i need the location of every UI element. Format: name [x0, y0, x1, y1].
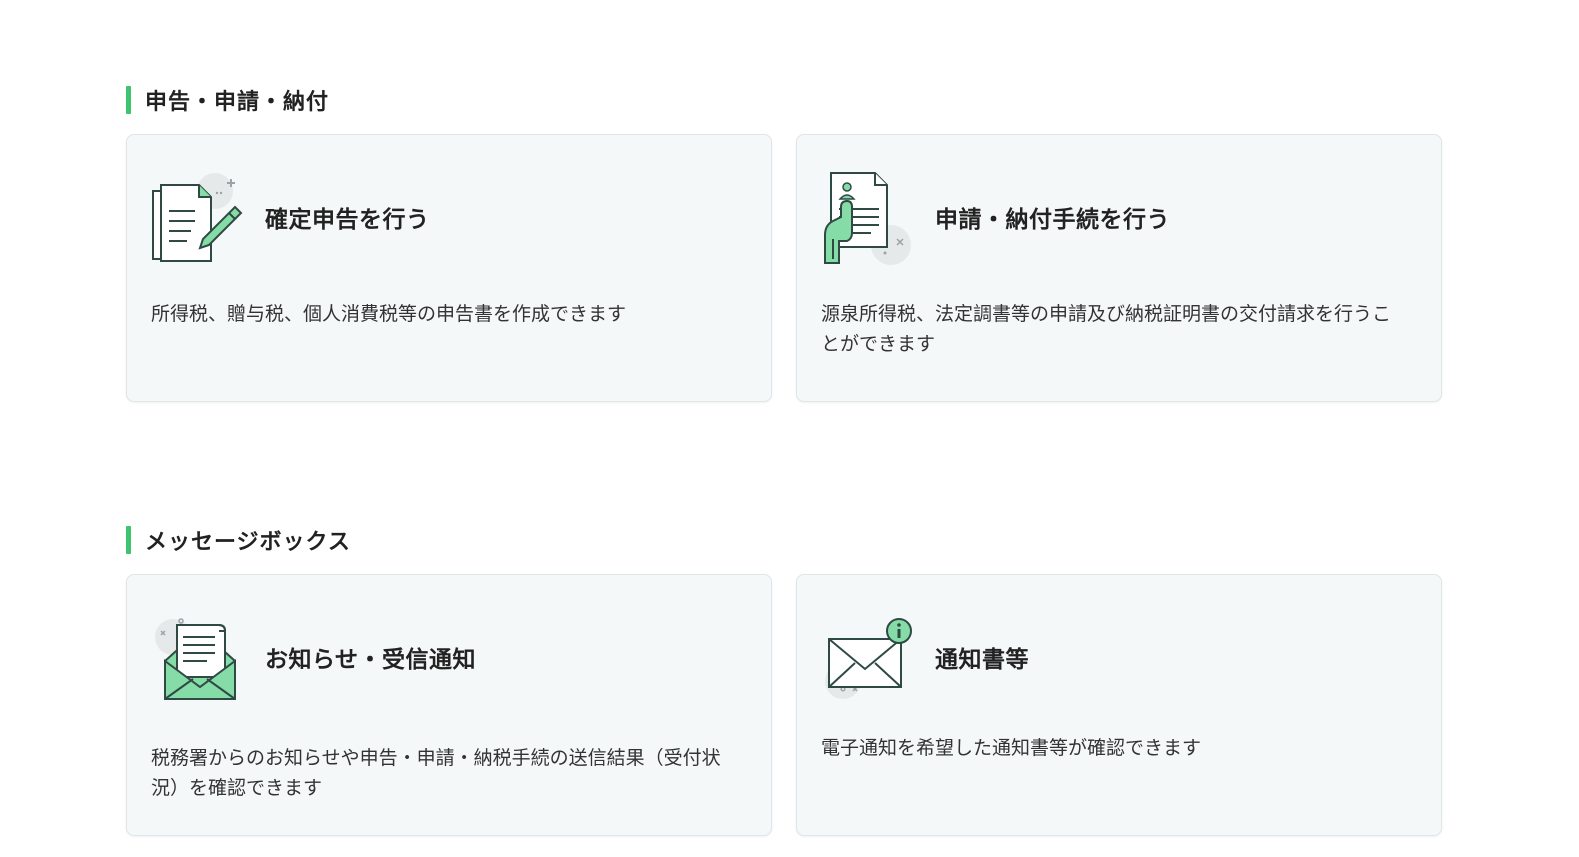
- heading-accent-bar: [126, 86, 131, 114]
- card-header: 確定申告を行う: [151, 169, 747, 265]
- card-notices[interactable]: お知らせ・受信通知 税務署からのお知らせや申告・申請・納税手続の送信結果（受付状…: [126, 574, 772, 836]
- card-title: 確定申告を行う: [265, 207, 430, 233]
- section-message-box: メッセージボックス お知らせ・受信通知 税務署からのお知らせや申告・申請・納税手…: [126, 524, 1442, 836]
- section-heading: 申告・申請・納付: [126, 84, 1442, 116]
- hand-document-icon: [824, 172, 911, 265]
- card-tax-return[interactable]: 確定申告を行う 所得税、贈与税、個人消費税等の申告書を作成できます: [126, 134, 772, 402]
- card-header: 通知書等: [821, 609, 1417, 705]
- card-description: 所得税、贈与税、個人消費税等の申告書を作成できます: [151, 303, 627, 325]
- section-heading-text: 申告・申請・納付: [145, 90, 330, 115]
- card-header: お知らせ・受信通知: [151, 609, 747, 705]
- card-header: 申請・納付手続を行う: [821, 169, 1417, 265]
- document-pencil-icon: [152, 173, 243, 262]
- card-application-payment[interactable]: 申請・納付手続を行う 源泉所得税、法定調書等の申請及び納税証明書の交付請求を行う…: [796, 134, 1442, 402]
- card-grid: 確定申告を行う 所得税、贈与税、個人消費税等の申告書を作成できます 申請・納付手…: [126, 134, 1442, 402]
- card-title: 通知書等: [935, 647, 1029, 673]
- page: 申告・申請・納付 確定申告を行う 所得税、贈与税、個人消費税等の申告書を作成でき…: [0, 0, 1579, 857]
- card-description: 税務署からのお知らせや申告・申請・納税手続の送信結果（受付状況）を確認できます: [151, 747, 721, 799]
- card-title: お知らせ・受信通知: [265, 647, 477, 673]
- card-description: 電子通知を希望した通知書等が確認できます: [821, 737, 1202, 759]
- heading-accent-bar: [126, 526, 131, 554]
- card-title: 申請・納付手続を行う: [935, 207, 1170, 233]
- section-heading: メッセージボックス: [126, 524, 1442, 556]
- open-envelope-letter-icon: [155, 618, 236, 700]
- section-heading-text: メッセージボックス: [145, 530, 351, 555]
- card-notification-documents[interactable]: 通知書等 電子通知を希望した通知書等が確認できます: [796, 574, 1442, 836]
- card-description: 源泉所得税、法定調書等の申請及び納税証明書の交付請求を行うことができます: [821, 303, 1392, 355]
- card-grid: お知らせ・受信通知 税務署からのお知らせや申告・申請・納税手続の送信結果（受付状…: [126, 574, 1442, 836]
- section-filing: 申告・申請・納付 確定申告を行う 所得税、贈与税、個人消費税等の申告書を作成でき…: [126, 84, 1442, 402]
- envelope-info-icon: [825, 618, 912, 699]
